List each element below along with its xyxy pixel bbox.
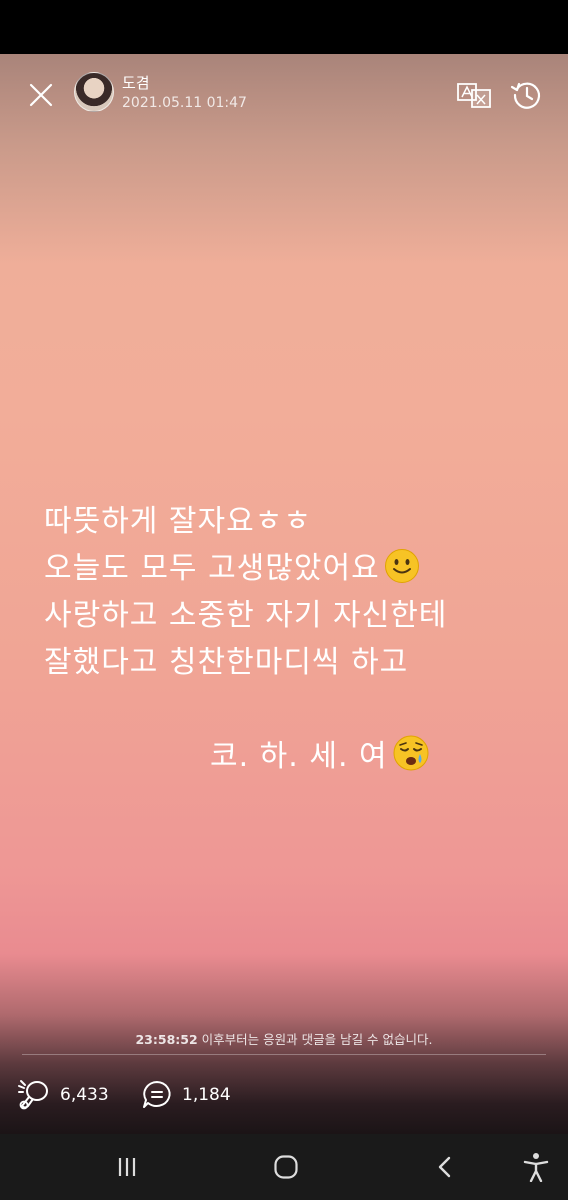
cheer-count: 6,433	[60, 1085, 109, 1105]
comment-button[interactable]: 1,184	[140, 1078, 231, 1112]
post-timestamp: 2021.05.11 01:47	[122, 95, 247, 111]
message-line-text: 코. 하. 세. 여	[210, 739, 388, 774]
message-line: 사랑하고 소중한 자기 자신한테	[44, 598, 448, 633]
user-name[interactable]: 도겸	[122, 72, 150, 93]
comment-icon	[143, 1081, 171, 1108]
back-button[interactable]	[425, 1150, 465, 1184]
message-line-text: 오늘도 모두 고생많았어요	[44, 551, 380, 586]
translate-button[interactable]	[456, 80, 492, 110]
sleepy-face-emoji	[393, 735, 429, 771]
slightly-smiling-face-emoji	[384, 549, 419, 583]
status-bar	[0, 0, 568, 54]
story-header: 도겸 2021.05.11 01:47	[0, 70, 568, 120]
deadline-time: 23:58:52	[135, 1032, 198, 1047]
recent-apps-icon	[118, 1158, 136, 1176]
close-icon	[29, 83, 53, 107]
home-button[interactable]	[266, 1150, 306, 1184]
recent-apps-button[interactable]	[107, 1150, 147, 1184]
accessibility-icon	[523, 1153, 549, 1182]
story-view: 도겸 2021.05.11 01:47 따뜻하게 잘자요ㅎㅎ 오늘도 모두 고생…	[0, 54, 568, 1134]
comment-deadline-notice: 23:58:52 이후부터는 응원과 댓글을 남길 수 없습니다.	[0, 1029, 568, 1048]
translate-icon	[457, 83, 491, 108]
deadline-text: 이후부터는 응원과 댓글을 남길 수 없습니다.	[197, 1032, 433, 1047]
message-line: 코. 하. 세. 여	[44, 733, 544, 780]
avatar[interactable]	[74, 72, 114, 112]
history-icon	[510, 82, 541, 109]
message-line: 따뜻하게 잘자요ㅎㅎ	[44, 504, 312, 539]
accessibility-button[interactable]	[516, 1150, 556, 1184]
home-icon	[274, 1155, 298, 1179]
comment-count: 1,184	[182, 1085, 231, 1105]
cheer-icon	[18, 1080, 48, 1110]
history-button[interactable]	[510, 78, 544, 112]
message-line: 잘했다고 칭찬한마디씩 하고	[44, 645, 409, 680]
close-button[interactable]	[26, 80, 56, 110]
system-nav-bar	[0, 1134, 568, 1200]
message-gap	[44, 686, 544, 733]
message-line: 오늘도 모두 고생많았어요	[44, 545, 544, 592]
divider	[22, 1054, 546, 1055]
cheer-button[interactable]: 6,433	[16, 1078, 109, 1112]
back-icon	[438, 1156, 451, 1178]
story-message: 따뜻하게 잘자요ㅎㅎ 오늘도 모두 고생많았어요 사랑하고 소중한 자기 자신한…	[44, 498, 544, 780]
